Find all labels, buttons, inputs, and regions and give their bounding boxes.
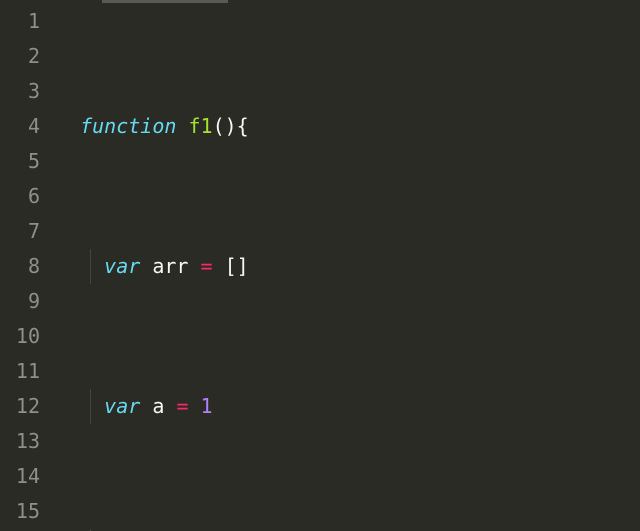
code-area[interactable]: function f1(){ var arr = [] var a = 1 fo… — [52, 0, 640, 531]
line-number: 6 — [0, 179, 40, 214]
line-number: 5 — [0, 144, 40, 179]
line-number: 7 — [0, 214, 40, 249]
line-number: 10 — [0, 319, 40, 354]
token-function-name: f1 — [188, 114, 212, 138]
line-number-gutter: 1 2 3 4 5 6 7 8 9 10 11 12 13 14 15 — [0, 0, 52, 531]
token-keyword: var — [104, 394, 140, 418]
line-number: 11 — [0, 354, 40, 389]
code-line[interactable]: var arr = [] — [56, 249, 640, 284]
code-editor[interactable]: 1 2 3 4 5 6 7 8 9 10 11 12 13 14 15 func… — [0, 0, 640, 531]
token-punct: () — [213, 114, 237, 138]
token-operator: = — [176, 394, 188, 418]
line-number: 4 — [0, 109, 40, 144]
token-ident: a — [152, 394, 164, 418]
line-number: 2 — [0, 39, 40, 74]
line-number: 1 — [0, 4, 40, 39]
line-number: 9 — [0, 284, 40, 319]
token-keyword: function — [80, 114, 176, 138]
token-number: 1 — [201, 394, 213, 418]
token-brackets: [] — [225, 254, 249, 278]
line-number: 3 — [0, 74, 40, 109]
line-number: 12 — [0, 389, 40, 424]
line-number: 15 — [0, 494, 40, 529]
line-number: 14 — [0, 459, 40, 494]
code-line[interactable]: var a = 1 — [56, 389, 640, 424]
token-keyword: var — [104, 254, 140, 278]
token-operator: = — [201, 254, 213, 278]
token-brace: { — [237, 114, 249, 138]
code-line[interactable]: function f1(){ — [56, 109, 640, 144]
line-number: 8 — [0, 249, 40, 284]
token-ident: arr — [152, 254, 188, 278]
line-number: 13 — [0, 424, 40, 459]
